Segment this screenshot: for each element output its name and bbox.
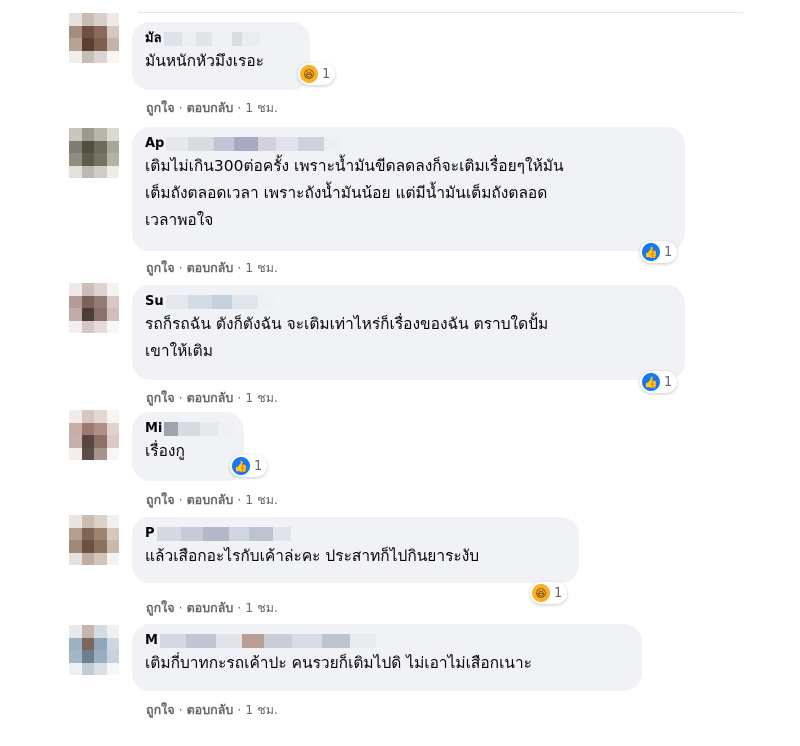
- comment-actions: ถูกใจ · ตอบกลับ · 1 ชม.: [146, 260, 278, 275]
- commenter-name[interactable]: Mi: [145, 421, 162, 436]
- comment-actions: ถูกใจ · ตอบกลับ · 1 ชม.: [146, 702, 278, 717]
- timestamp[interactable]: 1 ชม.: [245, 702, 278, 717]
- reply-link[interactable]: ตอบกลับ: [187, 260, 234, 275]
- reaction-count: 1: [322, 66, 331, 82]
- divider: [138, 12, 743, 13]
- name-blur: [163, 31, 260, 46]
- comment-bubble: Mi เรื่องกู: [132, 412, 244, 481]
- comment-bubble: M เติมกี่บาทกะรถเค้าปะ คนรวยก็เติมไปดิ ไ…: [132, 624, 642, 691]
- comment-bubble: Ap เติมไม่เกิน300ต่อครั้ง เพราะน้ำมันขีด…: [132, 127, 685, 251]
- reply-link[interactable]: ตอบกลับ: [187, 390, 234, 405]
- reply-link[interactable]: ตอบกลับ: [187, 492, 234, 507]
- laughing-face-icon: 😆: [300, 65, 318, 83]
- comment-actions: ถูกใจ · ตอบกลับ · 1 ชม.: [146, 600, 278, 615]
- thumbs-up-icon: 👍: [642, 243, 660, 261]
- avatar[interactable]: [69, 625, 119, 675]
- reaction-count: 1: [664, 374, 673, 390]
- reaction-badge[interactable]: 😆 1: [530, 582, 568, 604]
- avatar[interactable]: [69, 128, 119, 178]
- commenter-name[interactable]: มัล: [145, 31, 162, 46]
- reaction-count: 1: [664, 244, 673, 260]
- comment-bubble: Su รถก็รถฉัน ตังก็ตังฉัน จะเติมเท่าไหร่ก…: [132, 285, 685, 380]
- avatar[interactable]: [69, 283, 119, 333]
- name-blur: [159, 633, 376, 648]
- reaction-badge[interactable]: 👍 1: [640, 371, 678, 393]
- comment-actions: ถูกใจ · ตอบกลับ · 1 ชม.: [146, 492, 278, 507]
- avatar[interactable]: [69, 13, 119, 63]
- timestamp[interactable]: 1 ชม.: [245, 260, 278, 275]
- reaction-count: 1: [254, 458, 263, 474]
- name-blur: [164, 421, 235, 436]
- timestamp[interactable]: 1 ชม.: [245, 600, 278, 615]
- comment-actions: ถูกใจ · ตอบกลับ · 1 ชม.: [146, 390, 278, 405]
- thumbs-up-icon: 👍: [232, 457, 250, 475]
- name-blur: [165, 294, 274, 309]
- reply-link[interactable]: ตอบกลับ: [187, 100, 234, 115]
- like-link[interactable]: ถูกใจ: [146, 100, 175, 115]
- commenter-name[interactable]: Ap: [145, 136, 164, 151]
- like-link[interactable]: ถูกใจ: [146, 600, 175, 615]
- comment-text: รถก็รถฉัน ตังก็ตังฉัน จะเติมเท่าไหร่ก็เร…: [145, 315, 549, 360]
- comment-text: แล้วเสือกอะไรกับเค้าล่ะคะ ประสาทก็ไปกินย…: [145, 547, 480, 565]
- reply-link[interactable]: ตอบกลับ: [187, 702, 234, 717]
- like-link[interactable]: ถูกใจ: [146, 390, 175, 405]
- like-link[interactable]: ถูกใจ: [146, 260, 175, 275]
- name-blur: [156, 526, 291, 541]
- comment-text: เรื่องกู: [145, 442, 185, 460]
- avatar[interactable]: [69, 515, 119, 565]
- timestamp[interactable]: 1 ชม.: [245, 100, 278, 115]
- avatar[interactable]: [69, 410, 119, 460]
- timestamp[interactable]: 1 ชม.: [245, 390, 278, 405]
- reaction-badge[interactable]: 👍 1: [230, 455, 268, 477]
- commenter-name[interactable]: M: [145, 633, 158, 648]
- comment-bubble: มัล มันหนักหัวมึงเรอะ: [132, 22, 310, 90]
- thumbs-up-icon: 👍: [642, 373, 660, 391]
- reaction-badge[interactable]: 👍 1: [640, 241, 678, 263]
- like-link[interactable]: ถูกใจ: [146, 702, 175, 717]
- comment-actions: ถูกใจ · ตอบกลับ · 1 ชม.: [146, 100, 278, 115]
- reply-link[interactable]: ตอบกลับ: [187, 600, 234, 615]
- timestamp[interactable]: 1 ชม.: [245, 492, 278, 507]
- comment-text: เติมกี่บาทกะรถเค้าปะ คนรวยก็เติมไปดิ ไม่…: [145, 654, 532, 672]
- laughing-face-icon: 😆: [532, 584, 550, 602]
- comment-text: เติมไม่เกิน300ต่อครั้ง เพราะน้ำมันขีดลดล…: [145, 157, 564, 229]
- commenter-name[interactable]: P: [145, 526, 155, 541]
- comment-bubble: P แล้วเสือกอะไรกับเค้าล่ะคะ ประสาทก็ไปกิ…: [132, 517, 579, 583]
- name-blur: [166, 136, 341, 151]
- like-link[interactable]: ถูกใจ: [146, 492, 175, 507]
- commenter-name[interactable]: Su: [145, 294, 164, 309]
- reaction-count: 1: [554, 585, 563, 601]
- comment-text: มันหนักหัวมึงเรอะ: [145, 52, 264, 70]
- reaction-badge[interactable]: 😆 1: [298, 63, 336, 85]
